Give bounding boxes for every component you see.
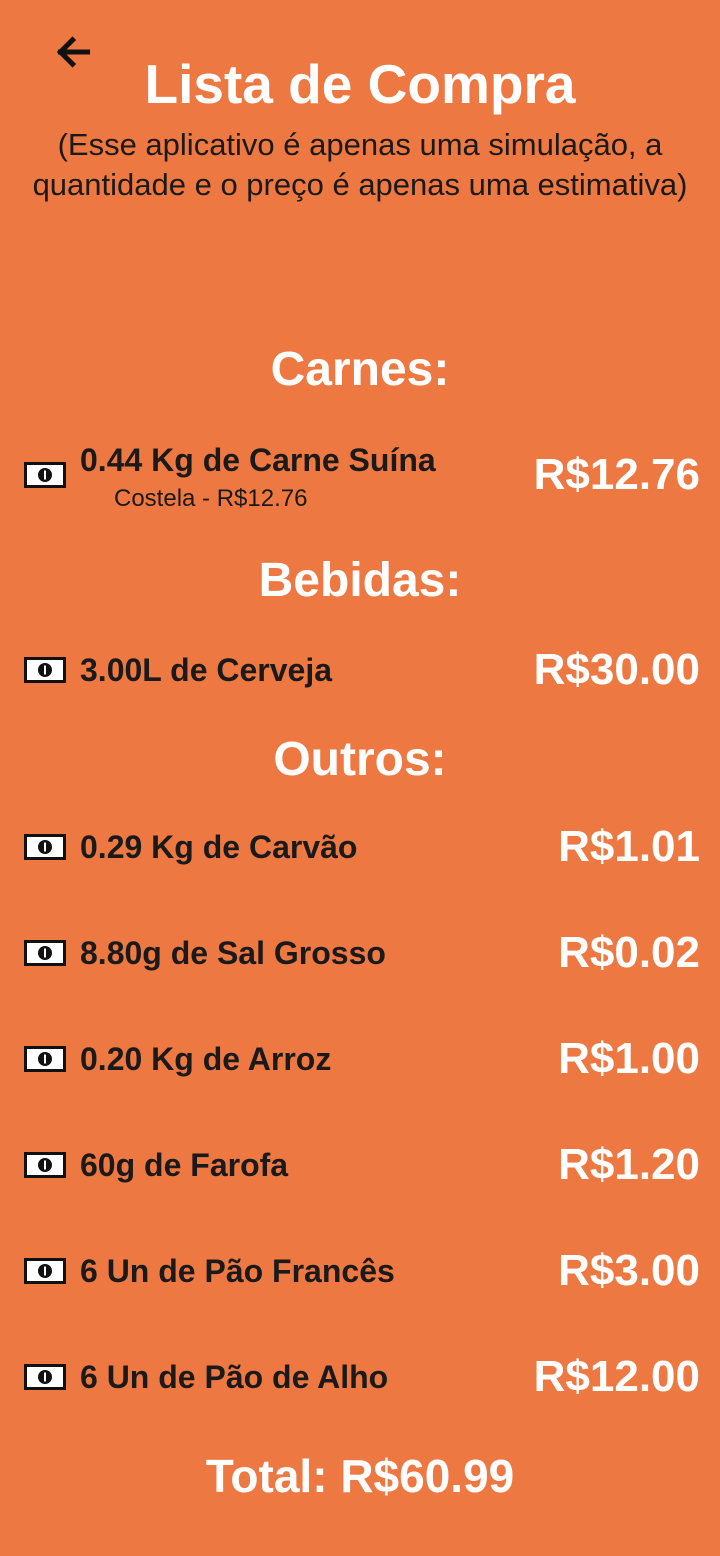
item-name: 60g de Farofa (80, 1147, 289, 1183)
page-title: Lista de Compra (144, 53, 576, 115)
item-price: R$1.20 (558, 1140, 700, 1189)
money-bill-icon (24, 834, 66, 860)
list-item[interactable]: 8.80g de Sal Grosso R$0.02 (24, 918, 700, 988)
item-price: R$30.00 (533, 645, 700, 694)
section-title-carnes: Carnes: (270, 343, 450, 396)
money-bill-icon (24, 1364, 66, 1390)
item-price: R$12.76 (533, 450, 700, 499)
item-name: 0.44 Kg de Carne Suína (80, 442, 436, 478)
item-detail: Costela - R$12.76 (114, 485, 308, 512)
money-bill-icon (24, 657, 66, 683)
item-name: 0.29 Kg de Carvão (80, 829, 358, 865)
total-label: Total: R$60.99 (205, 1450, 515, 1502)
disclaimer-text: (Esse aplicativo é apenas uma simulação,… (32, 127, 688, 202)
item-name: 0.20 Kg de Arroz (80, 1041, 332, 1077)
item-price: R$1.01 (558, 822, 700, 871)
list-item[interactable]: 3.00L de Cerveja R$30.00 (24, 635, 700, 705)
item-price: R$0.02 (558, 928, 700, 977)
section-title-bebidas: Bebidas: (258, 554, 462, 607)
list-item[interactable]: 0.20 Kg de Arroz R$1.00 (24, 1024, 700, 1094)
money-bill-icon (24, 940, 66, 966)
money-bill-icon (24, 462, 66, 488)
list-item[interactable]: 6 Un de Pão Francês R$3.00 (24, 1236, 700, 1306)
money-bill-icon (24, 1152, 66, 1178)
item-name: 6 Un de Pão Francês (80, 1253, 395, 1289)
item-price: R$1.00 (558, 1034, 700, 1083)
item-price: R$3.00 (558, 1246, 700, 1295)
list-item[interactable]: 0.44 Kg de Carne Suína Costela - R$12.76… (24, 440, 700, 512)
money-bill-icon (24, 1046, 66, 1072)
item-name: 8.80g de Sal Grosso (80, 935, 386, 971)
list-item[interactable]: 60g de Farofa R$1.20 (24, 1130, 700, 1200)
list-item[interactable]: 6 Un de Pão de Alho R$12.00 (24, 1342, 700, 1412)
item-name: 3.00L de Cerveja (80, 652, 333, 688)
item-price: R$12.00 (533, 1352, 700, 1401)
list-item[interactable]: 0.29 Kg de Carvão R$1.01 (24, 812, 700, 882)
money-bill-icon (24, 1258, 66, 1284)
item-name: 6 Un de Pão de Alho (80, 1359, 389, 1395)
section-title-outros: Outros: (273, 733, 447, 786)
